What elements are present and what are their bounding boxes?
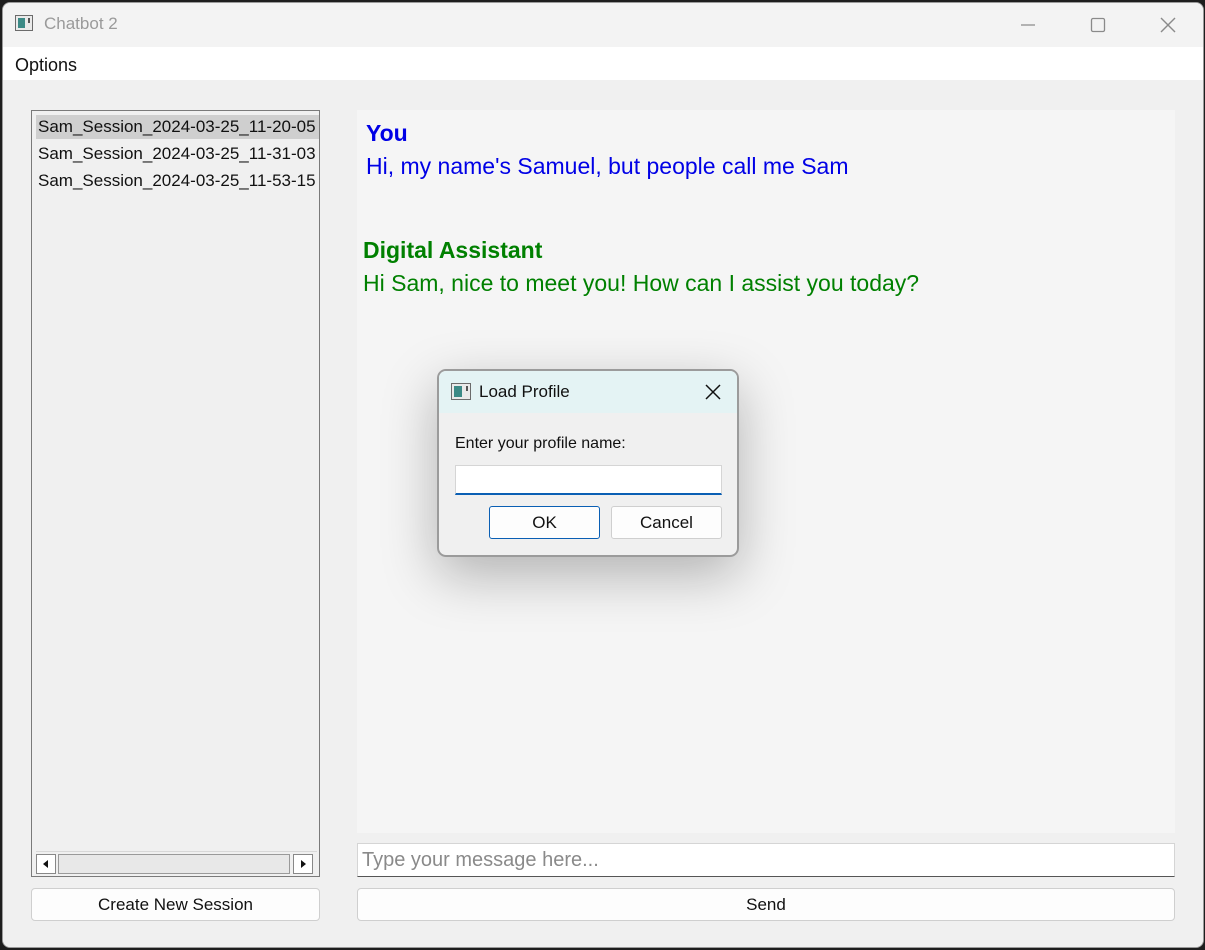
session-list[interactable]: Sam_Session_2024-03-25_11-20-05 Sam_Sess… [31, 110, 320, 877]
arrow-right-icon [301, 860, 306, 868]
ok-button[interactable]: OK [489, 506, 600, 539]
horizontal-scrollbar[interactable] [36, 851, 317, 874]
message-text: Hi, my name's Samuel, but people call me… [366, 153, 849, 179]
minimize-button[interactable] [993, 3, 1063, 47]
session-item[interactable]: Sam_Session_2024-03-25_11-53-15 [36, 169, 319, 193]
title-bar[interactable]: Chatbot 2 [3, 3, 1203, 47]
scroll-right-button[interactable] [293, 854, 313, 874]
arrow-left-icon [43, 860, 48, 868]
cancel-button[interactable]: Cancel [611, 506, 722, 539]
session-item[interactable]: Sam_Session_2024-03-25_11-20-05 [36, 115, 319, 139]
maximize-button[interactable] [1063, 3, 1133, 47]
app-window-icon [451, 383, 471, 400]
main-area: Sam_Session_2024-03-25_11-20-05 Sam_Sess… [3, 80, 1203, 947]
menu-bar: Options [3, 47, 1203, 80]
menu-options[interactable]: Options [15, 55, 77, 76]
scroll-left-button[interactable] [36, 854, 56, 874]
load-profile-dialog: Load Profile Enter your profile name: OK… [437, 369, 739, 557]
minimize-icon [1021, 24, 1035, 26]
profile-name-input[interactable] [455, 465, 722, 495]
close-icon [705, 384, 721, 400]
message-input[interactable] [357, 843, 1175, 877]
app-window: Chatbot 2 Options Sam_Session_2024-03-25… [2, 2, 1204, 948]
dialog-title-bar[interactable]: Load Profile [439, 371, 737, 413]
window-title: Chatbot 2 [44, 14, 118, 33]
message-speaker: Digital Assistant [363, 237, 543, 263]
scroll-thumb[interactable] [58, 854, 290, 874]
dialog-title: Load Profile [479, 382, 570, 401]
dialog-close-button[interactable] [689, 371, 737, 413]
close-icon [1160, 17, 1176, 33]
message-speaker: You [366, 120, 408, 146]
send-button[interactable]: Send [357, 888, 1175, 921]
close-button[interactable] [1133, 3, 1203, 47]
create-session-button[interactable]: Create New Session [31, 888, 320, 921]
maximize-icon [1090, 17, 1106, 33]
profile-name-label: Enter your profile name: [455, 435, 626, 452]
app-window-icon [15, 15, 33, 31]
message-text: Hi Sam, nice to meet you! How can I assi… [363, 270, 920, 296]
session-item[interactable]: Sam_Session_2024-03-25_11-31-03 [36, 142, 319, 166]
